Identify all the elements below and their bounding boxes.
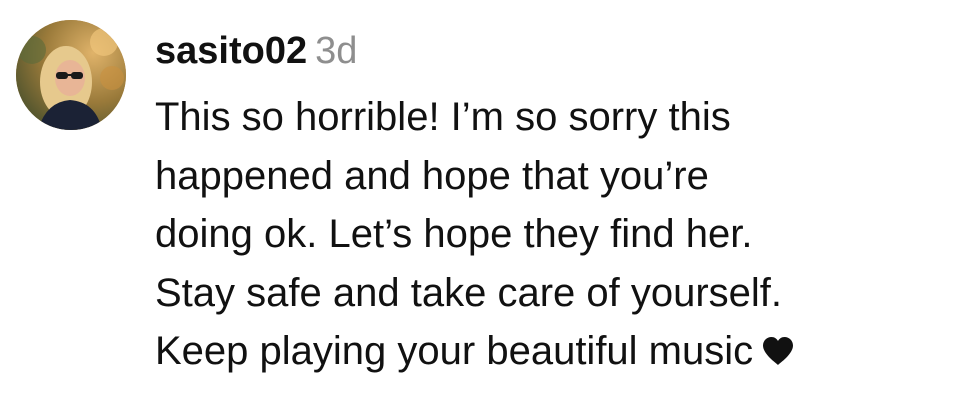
heart-icon bbox=[761, 336, 795, 366]
comment-header: sasito02 3d bbox=[155, 30, 357, 78]
profile-photo-image bbox=[16, 20, 126, 130]
comment: sasito02 3d This so horrible! I’m so sorr… bbox=[0, 0, 980, 413]
comment-line: doing ok. Let’s hope they find her. bbox=[155, 212, 753, 256]
comment-text: This so horrible! I’m so sorry this happ… bbox=[155, 88, 970, 381]
comment-line: Stay safe and take care of yourself. bbox=[155, 270, 783, 315]
comment-line: This so horrible! I’m so sorry this bbox=[155, 95, 731, 139]
comment-line-last: Keep playing your beautiful music bbox=[155, 322, 970, 381]
avatar[interactable] bbox=[16, 20, 126, 130]
timestamp[interactable]: 3d bbox=[315, 30, 357, 72]
comment-line-text: Keep playing your beautiful music bbox=[155, 329, 754, 373]
comment-line: happened and hope that you’re bbox=[155, 153, 709, 198]
username-link[interactable]: sasito02 bbox=[155, 30, 307, 72]
